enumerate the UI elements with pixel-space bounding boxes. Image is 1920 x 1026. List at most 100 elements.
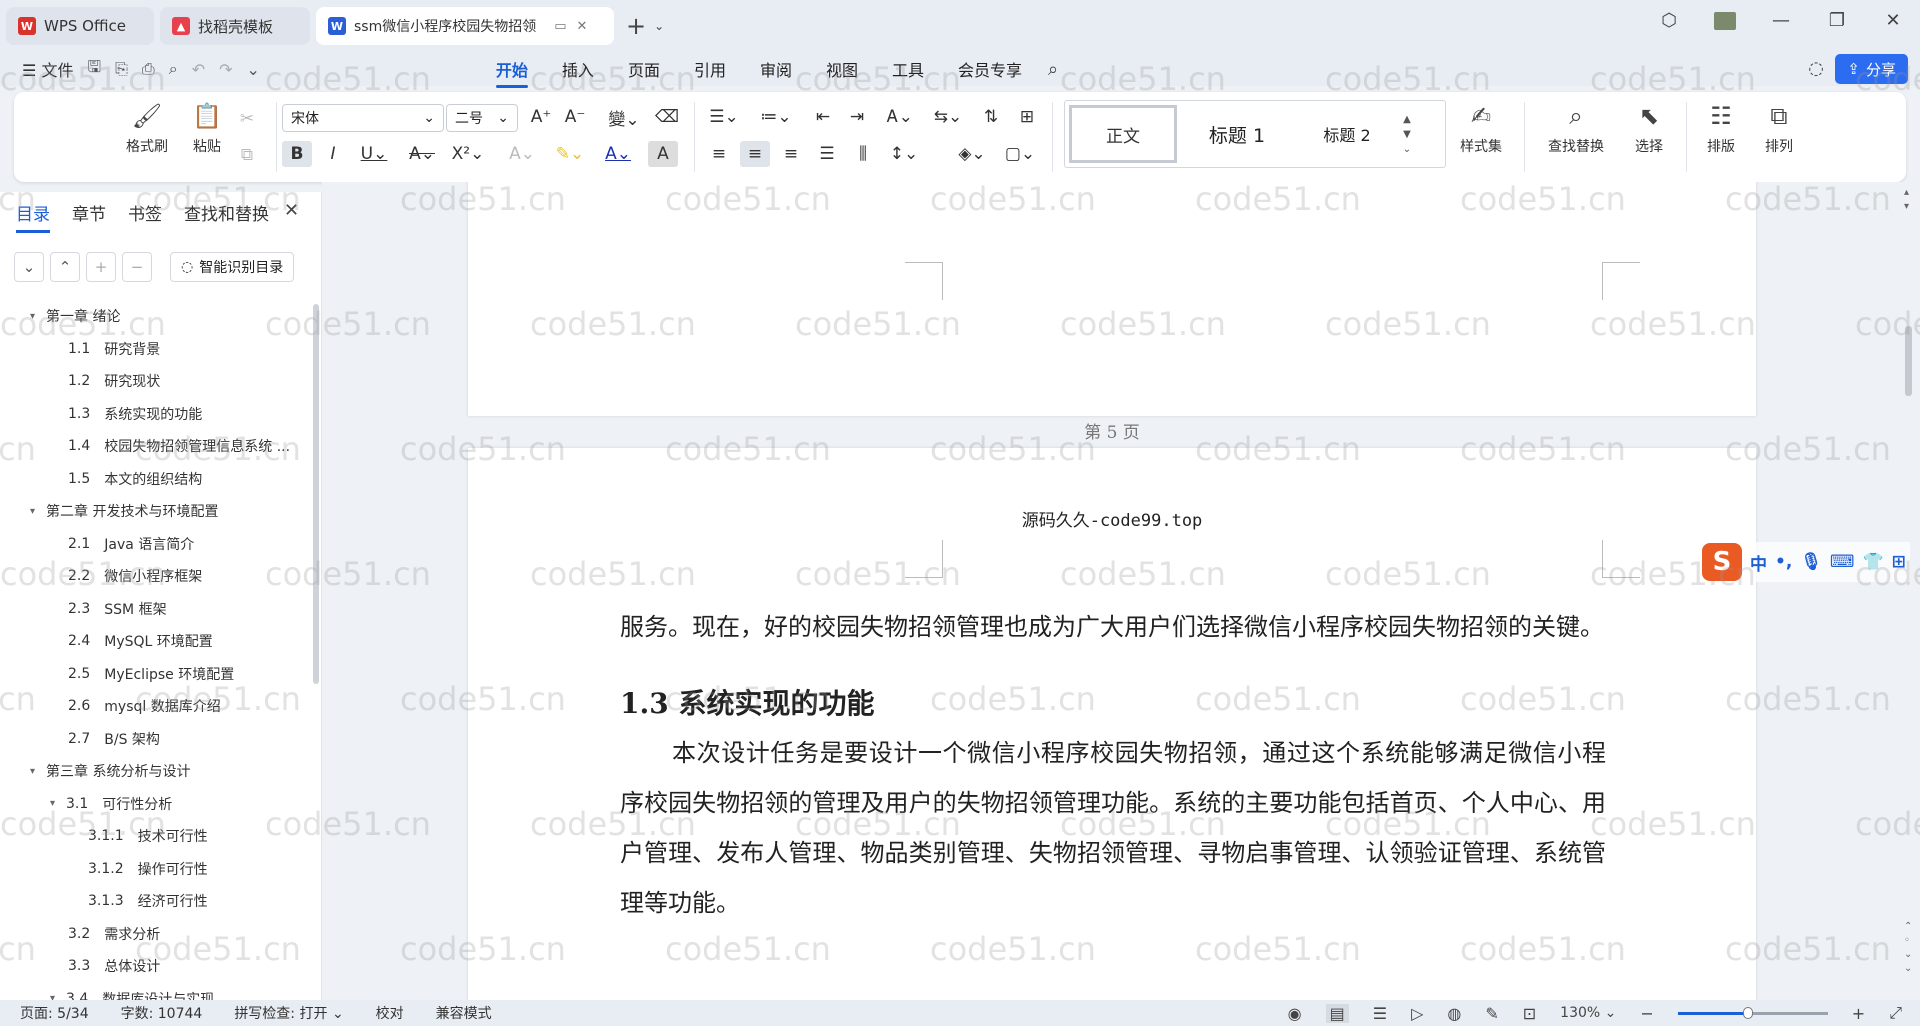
restore-icon[interactable]: ❐ [1826,10,1848,31]
plus-icon[interactable]: + [626,12,646,40]
expand-down-icon[interactable]: ⌄ [14,252,44,282]
tab-review[interactable]: 审阅 [760,57,792,81]
spell-check[interactable]: 拼写检查: 打开 ⌄ [234,1003,343,1023]
grow-font-icon[interactable]: A⁺ [526,104,556,130]
tab-toc[interactable]: 目录 [16,200,50,233]
toc-item[interactable]: 1.5 本文的组织结构 [0,463,310,496]
tab-chapters[interactable]: 章节 [72,200,106,225]
page-view-icon[interactable]: ▤ [1325,1003,1349,1023]
toc-item[interactable]: ▾ 3.1 可行性分析 [0,788,310,821]
tab-page[interactable]: 页面 [628,57,660,81]
line-spacing-icon[interactable]: ↕⌄ [884,141,924,167]
file-menu[interactable]: ☰ 文件 [22,57,73,81]
tab-tools[interactable]: 工具 [892,57,924,81]
font-size-select[interactable]: 二号 ⌄ [446,104,518,132]
superscript-button[interactable]: X²⌄ [448,141,488,167]
print-icon[interactable]: ⎙ [142,59,155,79]
sogou-logo-icon[interactable]: S [1702,543,1742,581]
text-effect-icon[interactable]: A⌄ [502,141,542,167]
tab-wps-office[interactable]: W WPS Office [6,7,154,45]
smart-toc-button[interactable]: ◌ 智能识别目录 [170,252,295,282]
toc-item[interactable]: 2.1 Java 语言简介 [0,528,310,561]
chat-icon[interactable]: ◌ [1808,58,1824,79]
punctuation-icon[interactable]: •, [1775,552,1792,572]
caret-down-icon[interactable]: ▾ [30,766,42,777]
tab-references[interactable]: 引用 [694,57,726,81]
find-replace-button[interactable]: ⌕ 查找替换 [1536,102,1616,156]
sidebar-scrollbar[interactable] [313,304,319,684]
new-tab-button[interactable]: + ⌄ [626,12,664,40]
minimize-icon[interactable]: — [1770,10,1792,31]
show-marks-icon[interactable]: ⊞ [1012,104,1042,130]
shrink-font-icon[interactable]: A⁻ [560,104,590,130]
clear-format-icon[interactable]: ⌫ [652,104,682,130]
close-window-icon[interactable]: ✕ [1882,10,1904,31]
caret-down-icon[interactable]: ▾ [30,311,42,322]
share-button[interactable]: ⇪ 分享 [1835,54,1908,84]
align-center-icon[interactable]: ≡ [740,141,770,167]
tab-bookmarks[interactable]: 书签 [128,200,162,225]
keyboard-icon[interactable]: ⌨ [1830,552,1855,572]
caret-down-icon[interactable]: ▾ [50,798,62,809]
redo-icon[interactable]: ↷ [219,60,232,79]
shading-icon[interactable]: ◈⌄ [952,141,992,167]
ime-mode[interactable]: 中 [1750,550,1767,575]
align-right-icon[interactable]: ≡ [776,141,806,167]
outline-view-icon[interactable]: ☰ [1373,1004,1387,1023]
tab-insert[interactable]: 插入 [562,57,594,81]
style-normal[interactable]: 正文 [1069,105,1177,163]
tab-member[interactable]: 会员专享 [958,57,1022,81]
tab-document[interactable]: W ssm微信小程序校园失物招领 ▭ ✕ [316,7,614,45]
style-heading-1[interactable]: 标题 1 [1177,105,1297,163]
toc-item[interactable]: 1.3 系统实现的功能 [0,398,310,431]
paste-button[interactable]: 📋 粘贴 [180,102,234,156]
toc-item[interactable]: 1.1 研究背景 [0,333,310,366]
toc-item[interactable]: 3.1.3 经济可行性 [0,885,310,918]
bold-button[interactable]: B [282,141,312,167]
chevron-down-icon[interactable]: ⌄ [247,60,260,79]
remove-icon[interactable]: − [122,252,152,282]
text-direction-icon[interactable]: Ꭺ⌄ [880,104,920,130]
collapse-up-icon[interactable]: ⌃ [50,252,80,282]
tab-template[interactable]: ▲ 找稻壳模板 [160,7,310,45]
zoom-slider[interactable] [1677,1006,1828,1019]
microphone-icon[interactable]: 🎙 [1800,552,1822,572]
style-set-button[interactable]: ✍ 样式集 [1446,102,1516,156]
distribute-icon[interactable]: ⫼ [848,141,878,167]
close-icon[interactable]: ✕ [577,19,588,34]
toolbox-icon[interactable]: ⊞ [1892,552,1906,572]
chevron-up-icon[interactable]: ▲ [1403,114,1411,125]
tab-home[interactable]: 开始 [495,57,528,88]
document-scrollbar[interactable]: ▴ ▾ ⌃ ◦ ⌄ ⌄ [1900,182,1920,1000]
toc-item[interactable]: 3.1.1 技术可行性 [0,820,310,853]
toc-item[interactable]: 3.3 总体设计 [0,950,310,983]
tab-find-replace[interactable]: 查找和替换 [184,200,269,225]
layout-button[interactable]: ☷ 排版 [1696,102,1746,156]
arrange-button[interactable]: ⧉ 排列 [1754,102,1804,156]
pen-icon[interactable]: ✎ [1485,1004,1498,1023]
caret-down-icon[interactable]: ▾ [30,506,42,517]
style-heading-2[interactable]: 标题 2 [1297,105,1397,163]
add-icon[interactable]: + [86,252,116,282]
toc-item[interactable]: 2.5 MyEclipse 环境配置 [0,658,310,691]
chevron-down-icon[interactable]: ▼ [1403,129,1411,140]
font-color-icon[interactable]: A⌄ [598,141,638,167]
decrease-indent-icon[interactable]: ⇤ [808,104,838,130]
zoom-level[interactable]: 130% ⌄ [1560,1005,1616,1021]
bullet-list-icon[interactable]: ☰⌄ [704,104,744,130]
toc-item[interactable]: 1.4 校园失物招领管理信息系统 ... [0,430,310,463]
tab-view[interactable]: 视图 [826,57,858,81]
toc-item[interactable]: 2.3 SSM 框架 [0,593,310,626]
zoom-in-icon[interactable]: + [1852,1004,1865,1023]
close-icon[interactable]: ✕ [284,200,299,221]
search-icon[interactable]: ⌕ [1048,59,1058,80]
skin-icon[interactable]: 👕 [1862,552,1883,572]
save-icon[interactable]: 🖫 [87,56,101,83]
avatar[interactable] [1714,11,1736,30]
underline-button[interactable]: U⌄ [354,141,394,167]
undo-icon[interactable]: ↶ [192,60,205,79]
border-icon[interactable]: ▢⌄ [1000,141,1040,167]
italic-button[interactable]: I [318,141,348,167]
proofread[interactable]: 校对 [376,1003,404,1023]
increase-indent-icon[interactable]: ⇥ [842,104,872,130]
